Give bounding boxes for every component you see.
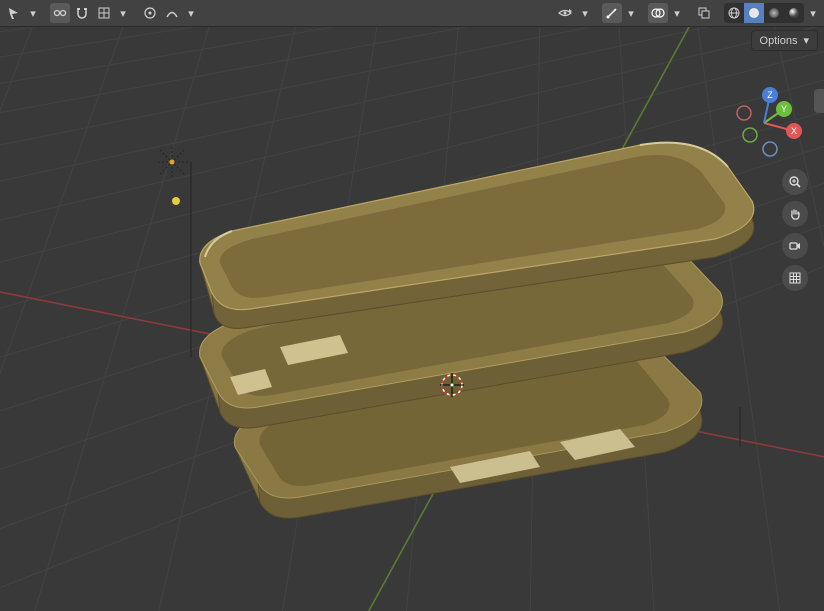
options-chevron-icon: ▾ xyxy=(803,34,809,47)
falloff-chevron-icon[interactable]: ▾ xyxy=(184,7,198,20)
gizmo-x-label: X xyxy=(791,126,797,136)
pivot-dropdown-icon[interactable] xyxy=(50,3,70,23)
proportional-edit-toggle-icon[interactable] xyxy=(140,3,160,23)
mode-chevron-icon[interactable]: ▾ xyxy=(26,7,40,20)
shading-mode-group xyxy=(724,3,804,23)
gizmo-y-label: Y xyxy=(781,104,787,114)
shading-matprev-icon[interactable] xyxy=(764,3,784,23)
header-left-group: ▾ ▾ ▾ xyxy=(4,3,198,23)
proportional-falloff-dropdown-icon[interactable] xyxy=(162,3,182,23)
gizmo-z-label: Z xyxy=(767,90,773,100)
gizmo-neg-z-icon[interactable] xyxy=(763,142,777,156)
camera-view-icon[interactable] xyxy=(782,233,808,259)
xray-toggle-icon[interactable] xyxy=(694,3,714,23)
light-indicator-icon xyxy=(172,197,180,205)
viewport-overlays xyxy=(0,27,824,611)
overlay-toggle-icon[interactable] xyxy=(648,3,668,23)
shading-solid-icon[interactable] xyxy=(744,3,764,23)
gizmo-chevron-icon[interactable]: ▾ xyxy=(624,7,638,20)
mode-dropdown-icon[interactable] xyxy=(4,3,24,23)
viewport-side-tools xyxy=(782,169,808,291)
shading-rendered-icon[interactable] xyxy=(784,3,804,23)
snap-toggle-icon[interactable] xyxy=(72,3,92,23)
snap-target-dropdown-icon[interactable] xyxy=(94,3,114,23)
sidebar-expand-tab[interactable] xyxy=(814,89,824,113)
shading-wireframe-icon[interactable] xyxy=(724,3,744,23)
overlay-chevron-icon[interactable]: ▾ xyxy=(670,7,684,20)
gizmo-neg-y-icon[interactable] xyxy=(743,128,757,142)
snap-chevron-icon[interactable]: ▾ xyxy=(116,7,130,20)
perspective-toggle-icon[interactable] xyxy=(782,265,808,291)
pan-tool-icon[interactable] xyxy=(782,201,808,227)
zoom-tool-icon[interactable] xyxy=(782,169,808,195)
navigation-gizmo[interactable]: X Y Z xyxy=(728,87,800,159)
scene-light-icon xyxy=(158,147,191,357)
viewport-3d[interactable]: X Y Z xyxy=(0,27,824,611)
visibility-chevron-icon[interactable]: ▾ xyxy=(578,7,592,20)
visibility-dropdown-icon[interactable] xyxy=(554,3,576,23)
shading-chevron-icon[interactable]: ▾ xyxy=(806,7,820,20)
options-dropdown[interactable]: Options ▾ xyxy=(751,30,818,51)
viewport-header: ▾ ▾ ▾ ▾ ▾ ▾ xyxy=(0,0,824,27)
3d-cursor-icon xyxy=(440,373,464,397)
options-label: Options xyxy=(760,35,798,47)
gizmo-toggle-icon[interactable] xyxy=(602,3,622,23)
options-row: Options ▾ xyxy=(751,30,818,51)
header-right-group: ▾ ▾ ▾ ▾ xyxy=(554,3,820,23)
gizmo-neg-x-icon[interactable] xyxy=(737,106,751,120)
